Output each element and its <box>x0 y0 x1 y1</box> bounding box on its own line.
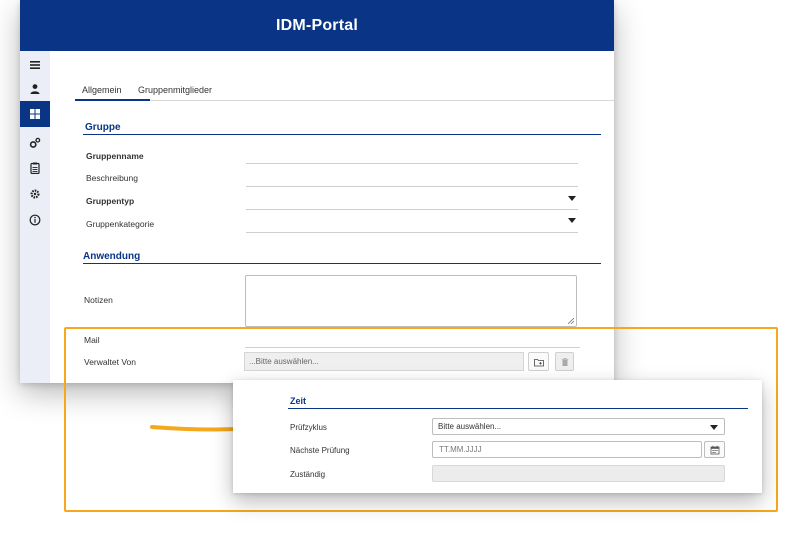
gruppenkategorie-select[interactable] <box>246 232 578 233</box>
app-header: IDM-Portal <box>20 0 614 51</box>
gruppenname-label: Gruppenname <box>86 151 144 161</box>
clipboard-icon[interactable] <box>20 156 50 180</box>
gruppenname-input[interactable] <box>246 163 578 164</box>
date-picker-button[interactable] <box>704 441 725 458</box>
pruefzyklus-select[interactable]: Bitte auswählen... <box>432 418 725 435</box>
tab-gruppenmitglieder[interactable]: Gruppenmitglieder <box>138 85 212 95</box>
menu-icon[interactable] <box>20 53 50 77</box>
beschreibung-input[interactable] <box>246 186 578 187</box>
pruefzyklus-value: Bitte auswählen... <box>438 422 502 431</box>
pruefzyklus-label: Prüfzyklus <box>290 423 327 432</box>
tab-active-indicator <box>75 99 150 101</box>
zustaendig-input <box>432 465 725 482</box>
user-icon[interactable] <box>20 77 50 101</box>
chevron-down-icon[interactable] <box>568 196 576 201</box>
notizen-textarea[interactable] <box>245 275 577 327</box>
calendar-icon <box>710 445 719 454</box>
naechste-pruefung-input[interactable]: TT.MM.JJJJ <box>432 441 702 458</box>
chevron-down-icon[interactable] <box>568 218 576 223</box>
gears-icon[interactable] <box>20 131 50 155</box>
tab-allgemein[interactable]: Allgemein <box>82 85 122 95</box>
gruppentyp-select[interactable] <box>246 209 578 210</box>
zustaendig-label: Zuständig <box>290 470 326 479</box>
info-icon[interactable] <box>20 208 50 232</box>
app-title: IDM-Portal <box>276 16 358 34</box>
section-rule-zeit <box>288 408 748 409</box>
sidebar <box>20 51 50 383</box>
section-title-anwendung: Anwendung <box>83 251 141 262</box>
grid-icon[interactable] <box>20 101 50 127</box>
gear-icon[interactable] <box>20 182 50 206</box>
section-rule-anwendung <box>83 263 601 264</box>
gruppenkategorie-label: Gruppenkategorie <box>86 219 155 229</box>
beschreibung-label: Beschreibung <box>86 173 138 183</box>
naechste-pruefung-placeholder: TT.MM.JJJJ <box>439 445 482 454</box>
resize-handle-icon[interactable] <box>568 318 574 324</box>
gruppentyp-label: Gruppentyp <box>86 196 135 206</box>
section-title-gruppe: Gruppe <box>85 122 121 133</box>
naechste-pruefung-label: Nächste Prüfung <box>290 446 350 455</box>
section-rule-gruppe <box>83 134 601 135</box>
section-title-zeit: Zeit <box>290 396 307 406</box>
app-window: IDM-Portal Allgemein Gruppenmitglieder G… <box>20 0 614 383</box>
chevron-down-icon[interactable] <box>710 425 718 430</box>
notizen-label: Notizen <box>84 295 113 305</box>
tab-divider <box>75 100 614 101</box>
zeit-panel: Zeit Prüfzyklus Bitte auswählen... Nächs… <box>233 380 762 493</box>
